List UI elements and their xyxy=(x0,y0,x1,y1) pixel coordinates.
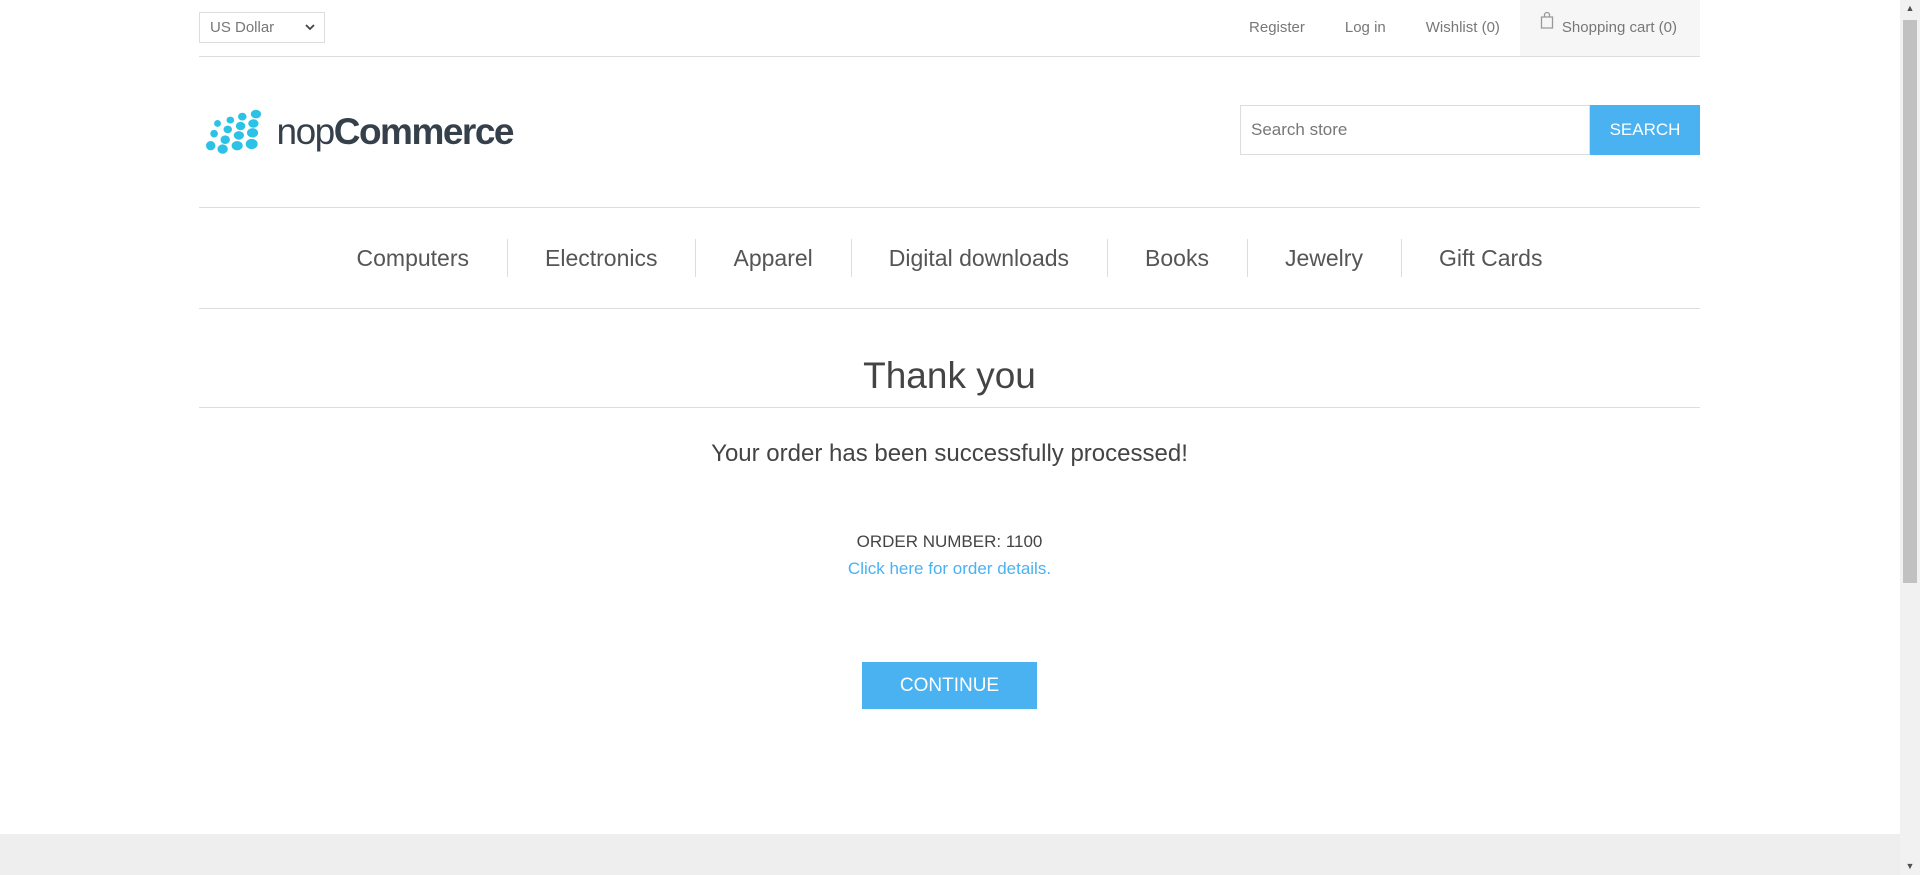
page-title: Thank you xyxy=(199,348,1700,408)
menu-item-gift-cards[interactable]: Gift Cards xyxy=(1400,238,1581,277)
currency-select[interactable]: US Dollar xyxy=(199,12,325,43)
menu-item-computers[interactable]: Computers xyxy=(319,245,507,272)
login-link[interactable]: Log in xyxy=(1325,0,1406,56)
header-upper: US Dollar Register Log in Wishlist (0) S… xyxy=(199,0,1700,57)
scrollbar-thumb[interactable] xyxy=(1903,20,1917,583)
page: US Dollar Register Log in Wishlist (0) S… xyxy=(0,0,1900,875)
store-logo[interactable]: nopCommerce xyxy=(203,105,515,159)
search-box: Search store Search xyxy=(1240,105,1700,155)
order-number: ORDER NUMBER: 1100 xyxy=(856,532,1043,551)
shopping-bag-icon xyxy=(1540,0,1554,53)
shopping-cart-link[interactable]: Shopping cart (0) xyxy=(1519,0,1700,56)
top-menu: Computers Electronics Apparel Digital do… xyxy=(199,207,1700,309)
search-button[interactable]: Search xyxy=(1590,105,1700,155)
vertical-scrollbar[interactable]: ▲ ▼ xyxy=(1900,0,1920,875)
search-input[interactable]: Search store xyxy=(1240,105,1590,155)
scroll-up-arrow-icon[interactable]: ▲ xyxy=(1900,0,1920,17)
order-details-link[interactable]: Click here for order details. xyxy=(848,559,1051,578)
chevron-down-icon xyxy=(304,13,316,52)
wishlist-link[interactable]: Wishlist (0) xyxy=(1406,0,1520,56)
page-title-text: Thank you xyxy=(863,355,1036,396)
menu-item-apparel[interactable]: Apparel xyxy=(695,238,850,277)
logo-text-light: nop xyxy=(276,111,336,152)
order-details-row: Click here for order details. xyxy=(199,559,1700,579)
continue-button[interactable]: Continue xyxy=(862,662,1037,709)
menu-item-electronics[interactable]: Electronics xyxy=(507,238,695,277)
header-links: Register Log in Wishlist (0) Shopping ca… xyxy=(1229,0,1700,56)
register-link[interactable]: Register xyxy=(1229,0,1325,56)
menu-item-jewelry[interactable]: Jewelry xyxy=(1246,238,1401,277)
order-success-message: Your order has been successfully process… xyxy=(711,440,1188,467)
currency-selected: US Dollar xyxy=(210,19,275,36)
menu-item-books[interactable]: Books xyxy=(1107,238,1247,277)
scroll-down-arrow-icon[interactable]: ▼ xyxy=(1900,858,1920,875)
logo-text-bold: Commerce xyxy=(333,111,515,152)
footer xyxy=(0,834,1900,875)
logo-text: nopCommerce xyxy=(276,111,515,153)
cart-label: Shopping cart (0) xyxy=(1561,19,1677,36)
logo-dots-icon xyxy=(205,109,262,154)
menu-item-digital-downloads[interactable]: Digital downloads xyxy=(850,238,1107,277)
menu-list: Computers Electronics Apparel Digital do… xyxy=(199,208,1700,308)
